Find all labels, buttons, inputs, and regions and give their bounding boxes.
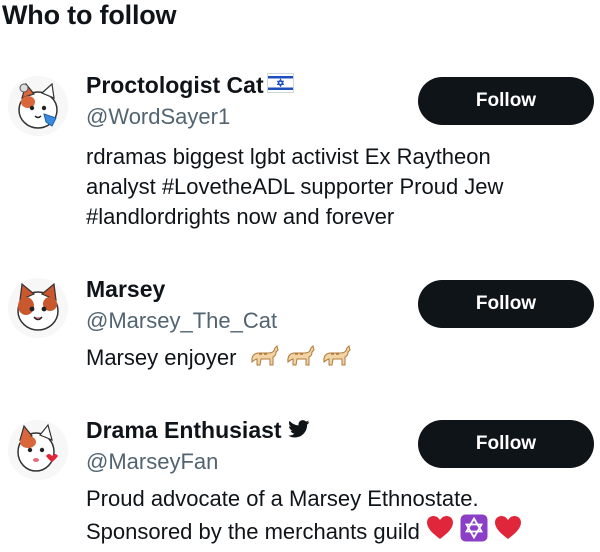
cat-emoji-icon xyxy=(249,342,279,376)
bio-line: Proud advocate of a Marsey Ethnostate. xyxy=(86,486,479,511)
display-name-text: Marsey xyxy=(86,276,166,302)
cat-emoji-icon xyxy=(285,342,315,376)
bio-line: #landlordrights now and forever xyxy=(86,204,395,229)
who-to-follow-heading: Who to follow xyxy=(2,0,177,30)
user-handle[interactable]: @MarseyFan xyxy=(86,449,218,475)
avatar[interactable] xyxy=(8,76,68,136)
israel-flag-icon xyxy=(266,72,294,99)
avatar[interactable] xyxy=(8,420,68,480)
avatar[interactable] xyxy=(8,278,68,338)
cat-emoji-icon xyxy=(321,342,351,376)
star-of-david-icon xyxy=(460,514,488,550)
display-name-text: Drama Enthusiast xyxy=(86,417,282,443)
follow-button[interactable]: Follow xyxy=(418,280,594,328)
user-bio: Proud advocate of a Marsey Ethnostate. S… xyxy=(86,484,576,550)
display-name[interactable]: Proctologist Cat xyxy=(86,72,294,99)
bio-text: Marsey enjoyer xyxy=(86,344,237,370)
follow-button[interactable]: Follow xyxy=(418,420,594,468)
display-name[interactable]: Marsey xyxy=(86,276,165,303)
twitter-bird-icon xyxy=(287,417,310,444)
user-handle[interactable]: @Marsey_The_Cat xyxy=(86,308,277,334)
bio-line: rdramas biggest lgbt activist Ex Raytheo… xyxy=(86,144,491,169)
red-heart-icon xyxy=(426,515,454,549)
display-name-text: Proctologist Cat xyxy=(86,72,264,98)
user-handle[interactable]: @WordSayer1 xyxy=(86,104,230,130)
bio-line: Sponsored by the merchants guild xyxy=(86,514,576,550)
bio-line: analyst #LovetheADL supporter Proud Jew xyxy=(86,174,504,199)
follow-button[interactable]: Follow xyxy=(418,77,594,125)
user-bio: Marsey enjoyer xyxy=(86,342,576,376)
red-heart-icon xyxy=(494,515,522,549)
display-name[interactable]: Drama Enthusiast xyxy=(86,417,310,444)
bio-line-text: Sponsored by the merchants guild xyxy=(86,519,420,544)
user-bio: rdramas biggest lgbt activist Ex Raytheo… xyxy=(86,142,576,232)
